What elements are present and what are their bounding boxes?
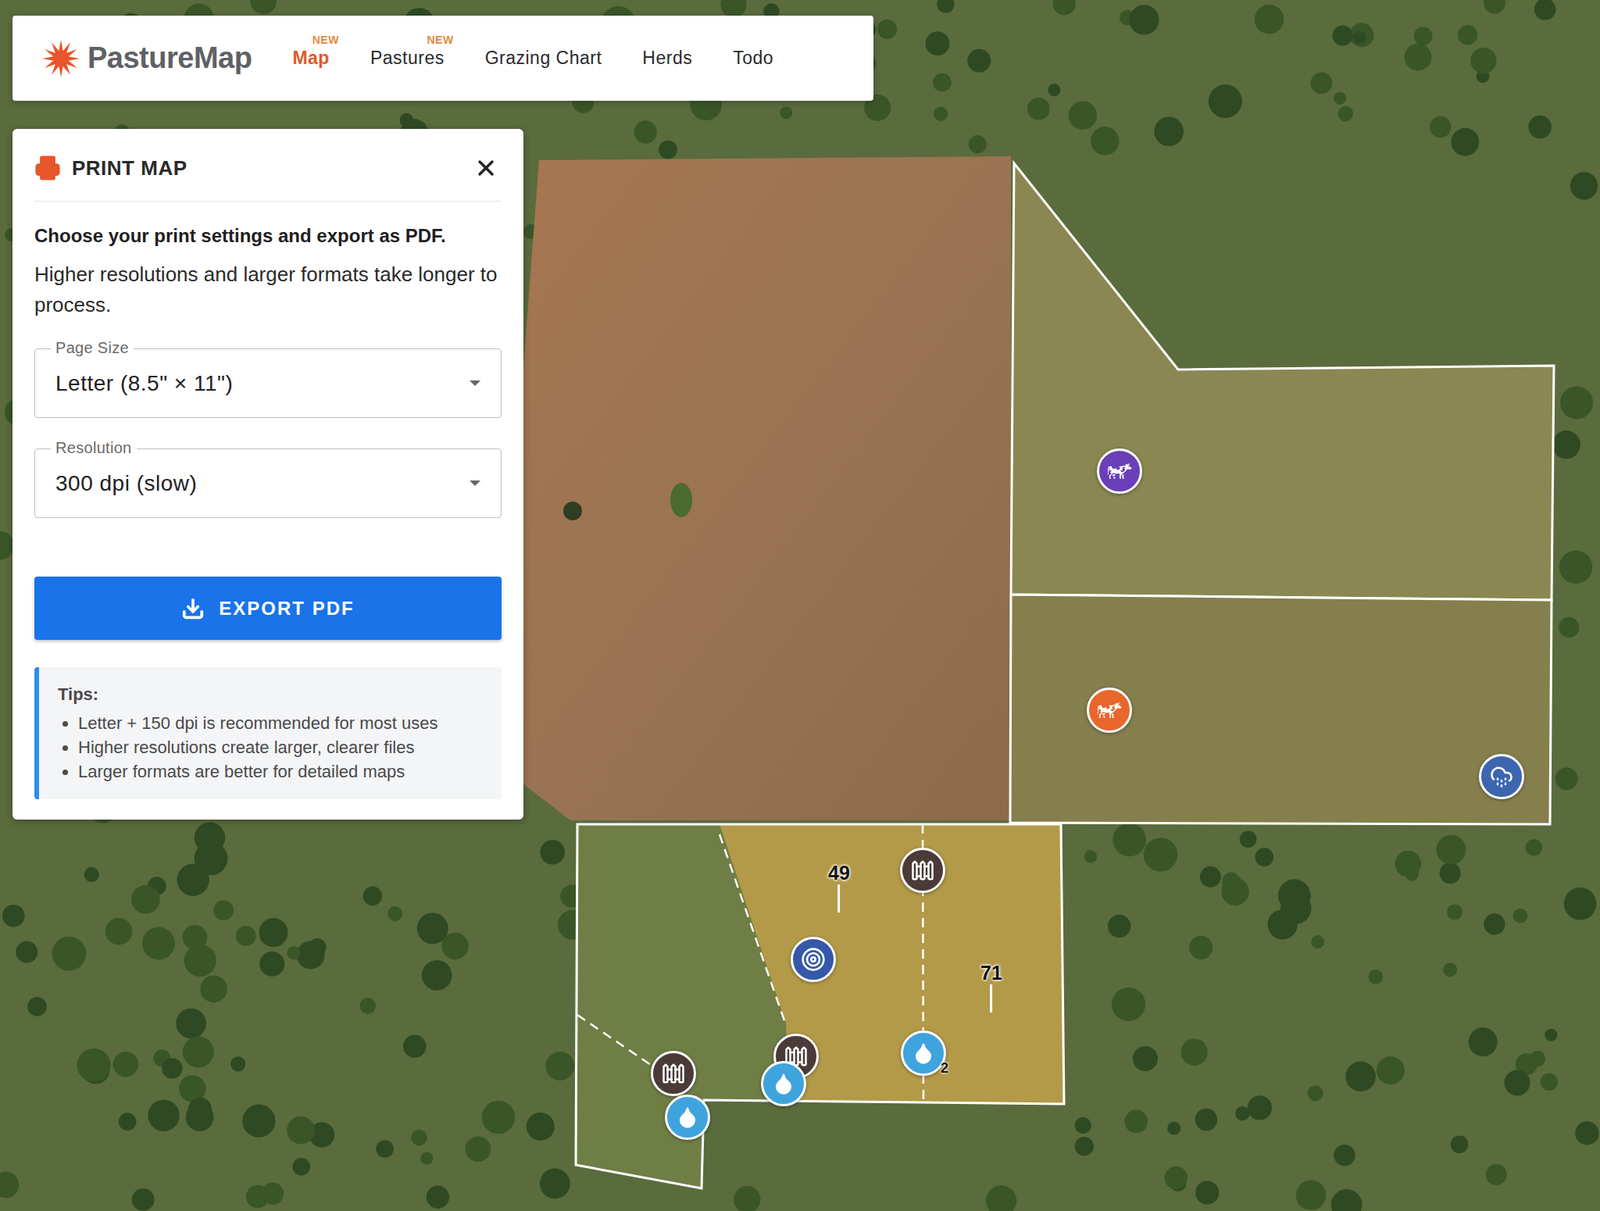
tips-list: Letter + 150 dpi is recommended for most… <box>57 710 486 784</box>
herd-pin[interactable] <box>1096 448 1143 494</box>
field-value: Letter (8.5" × 11") <box>55 371 233 397</box>
water-pin[interactable] <box>760 1060 807 1107</box>
caret-icon <box>469 480 481 486</box>
sun-logo-icon <box>40 38 82 79</box>
nav-item[interactable]: Grazing Chart <box>485 41 603 75</box>
water-pin[interactable] <box>664 1094 711 1140</box>
tip-item: Larger formats are better for detailed m… <box>78 759 486 784</box>
rain-pin[interactable] <box>1478 753 1525 800</box>
target-pin[interactable] <box>790 936 836 983</box>
export-button[interactable]: EXPORT PDF <box>34 576 502 640</box>
field-label: Resolution <box>50 439 137 458</box>
top-nav: PastureMap NEWMap NEWPastures Grazing Chart… <box>12 15 874 101</box>
new-badge: NEW <box>312 33 340 47</box>
print-panel: PRINT MAP Choose your print settings and … <box>12 128 524 820</box>
nav-item[interactable]: Todo <box>732 41 774 75</box>
select-field[interactable]: Page SizeLetter (8.5" × 11") <box>34 348 502 418</box>
new-badge: NEW <box>427 33 454 47</box>
close-icon <box>473 155 499 181</box>
trees <box>0 0 1600 1211</box>
pin-count: 2 <box>940 1060 949 1077</box>
cow-icon <box>1106 457 1133 485</box>
tip-item: Higher resolutions create larger, cleare… <box>78 735 486 760</box>
water-pin[interactable]: 2 <box>900 1030 947 1076</box>
nav-item[interactable]: NEWPastures <box>370 41 445 75</box>
water-drop-icon <box>675 1105 700 1129</box>
label-pin-text: 71 <box>978 961 1005 985</box>
gate-pin[interactable] <box>900 847 946 893</box>
panel-heading: Choose your print settings and export as… <box>34 225 502 247</box>
nav-item[interactable]: Herds <box>642 41 693 75</box>
label-pin-stem <box>990 984 993 1013</box>
gate-icon <box>910 858 935 883</box>
label-pin[interactable]: 49 <box>825 861 853 913</box>
close-button[interactable] <box>470 152 502 184</box>
panel-header: PRINT MAP <box>34 149 502 202</box>
rain-cloud-icon <box>1489 764 1514 789</box>
gate-icon <box>661 1061 686 1086</box>
panel-description: Higher resolutions and larger formats ta… <box>34 259 502 321</box>
water-drop-icon <box>771 1071 796 1096</box>
tip-item: Letter + 150 dpi is recommended for most… <box>78 710 486 736</box>
gate-pin[interactable] <box>650 1050 697 1097</box>
fields: Page SizeLetter (8.5" × 11")Resolution30… <box>34 348 502 518</box>
cow-icon <box>1096 696 1123 724</box>
target-icon <box>800 946 826 972</box>
printer-icon <box>34 154 61 182</box>
map-canvas[interactable]: 49 71 2 PastureMap NEWMap NEWPastures Grazing … <box>0 0 1600 1211</box>
label-pin[interactable]: 71 <box>978 961 1005 1013</box>
field-value: 300 dpi (slow) <box>55 471 197 497</box>
panel-title: PRINT MAP <box>34 154 188 182</box>
caret-icon <box>469 380 481 386</box>
download-icon <box>181 596 205 621</box>
tips-box: Tips: Letter + 150 dpi is recommended for… <box>34 667 502 800</box>
nav-item[interactable]: NEWMap <box>292 41 330 75</box>
herd-pin[interactable] <box>1086 687 1133 733</box>
label-pin-text: 49 <box>825 861 853 885</box>
select-field[interactable]: Resolution300 dpi (slow) <box>34 448 502 518</box>
logo[interactable]: PastureMap <box>40 38 252 79</box>
field-label: Page Size <box>50 339 134 358</box>
water-drop-icon <box>911 1041 936 1065</box>
tips-title: Tips: <box>57 684 486 705</box>
label-pin-stem <box>838 884 841 913</box>
